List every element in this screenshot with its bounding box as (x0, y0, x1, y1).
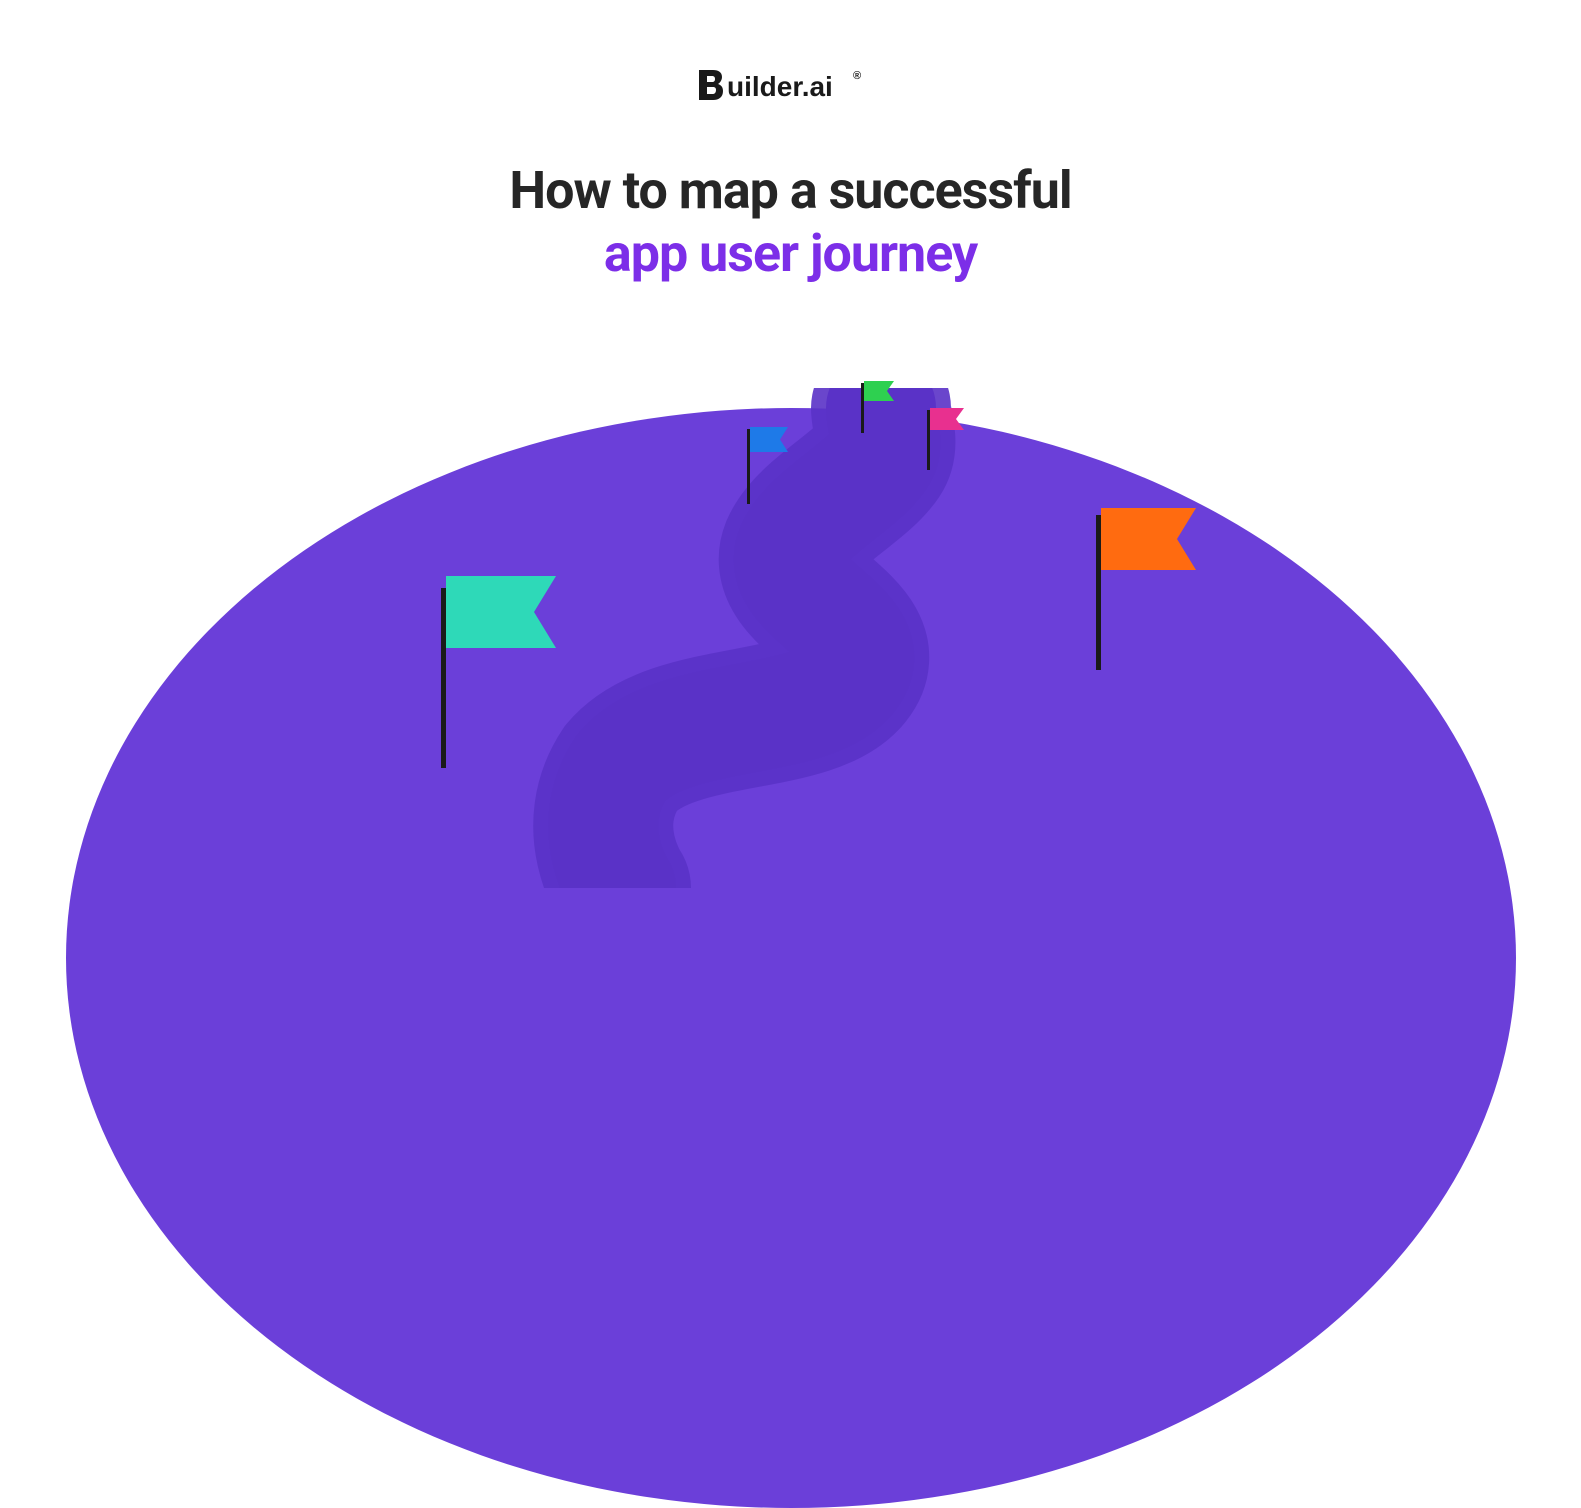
hero-card: uilder.ai ® How to map a successful app … (0, 0, 1581, 888)
title-line-1: How to map a successful (0, 160, 1581, 221)
flag-blue-icon (750, 427, 788, 452)
flag-teal-icon (446, 576, 556, 648)
flag-orange-icon (1101, 508, 1196, 570)
journey-illustration (61, 338, 1521, 888)
page-title: How to map a successful app user journey (0, 160, 1581, 284)
brand-logo: uilder.ai ® (691, 65, 891, 105)
svg-text:®: ® (853, 70, 861, 82)
svg-text:uilder.ai: uilder.ai (727, 71, 833, 102)
flag-pink-icon (930, 408, 964, 430)
builder-ai-logo-icon: uilder.ai ® (691, 65, 891, 105)
flag-green-icon (864, 381, 894, 401)
title-line-2: app user journey (0, 223, 1581, 284)
